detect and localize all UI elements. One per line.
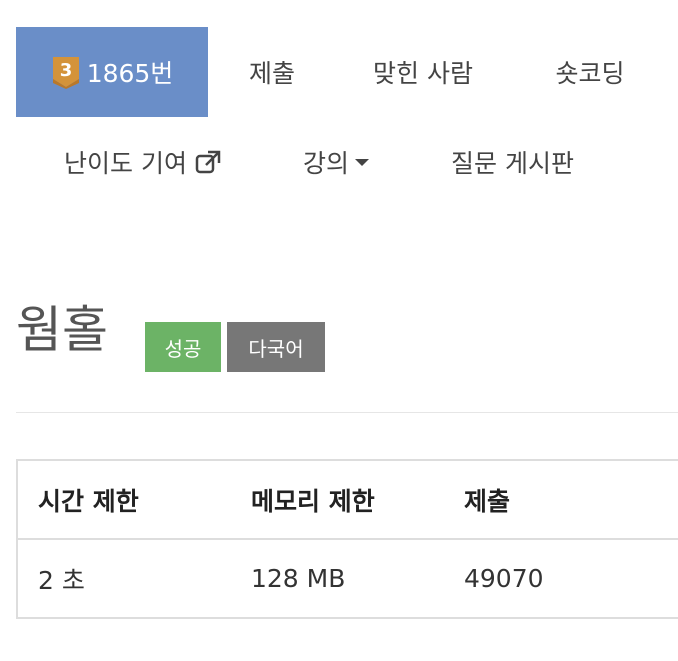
tab-qna-board-label: 질문 게시판 [451,149,574,178]
cell-memory-limit: 128 MB [251,564,346,593]
tab-lectures-label: 강의 [302,149,349,178]
status-badge-multilang: 다국어 [227,322,325,372]
header-time-limit: 시간 제한 [17,460,231,540]
header-submissions: 제출 [444,460,678,540]
page-title: 웜홀 [16,301,108,359]
badge-level: 3 [59,60,72,81]
table-header-row: 시간 제한 메모리 제한 제출 [17,460,678,540]
cell-time-limit: 2 초 [38,565,85,595]
tab-qna-board[interactable]: 질문 게시판 [430,117,595,207]
tab-difficulty-contribution[interactable]: 난이도 기여 [40,117,245,207]
tab-lectures-dropdown[interactable]: 강의 [284,117,388,207]
tab-problem[interactable]: 3 1865번 [16,27,208,117]
tab-short-coding-label: 숏코딩 [555,59,625,88]
header-memory-limit: 메모리 제한 [231,460,444,540]
problem-number: 1865번 [86,59,174,88]
problem-info-table: 시간 제한 메모리 제한 제출 2 초 128 MB 49070 [16,459,678,619]
tab-submit-label: 제출 [248,59,295,88]
divider [16,412,678,413]
tab-solved-users-label: 맞힌 사람 [373,59,473,88]
tab-short-coding[interactable]: 숏코딩 [522,27,658,117]
tab-solved-users[interactable]: 맞힌 사람 [328,27,518,117]
caret-down-icon [355,158,369,166]
tab-difficulty-label: 난이도 기여 [64,149,187,178]
tab-submit[interactable]: 제출 [222,27,322,117]
tier-badge-icon: 3 [52,57,79,89]
external-link-icon [195,150,221,174]
status-badge-success: 성공 [145,322,221,372]
cell-submissions: 49070 [464,564,544,593]
table-row: 2 초 128 MB 49070 [17,539,678,618]
